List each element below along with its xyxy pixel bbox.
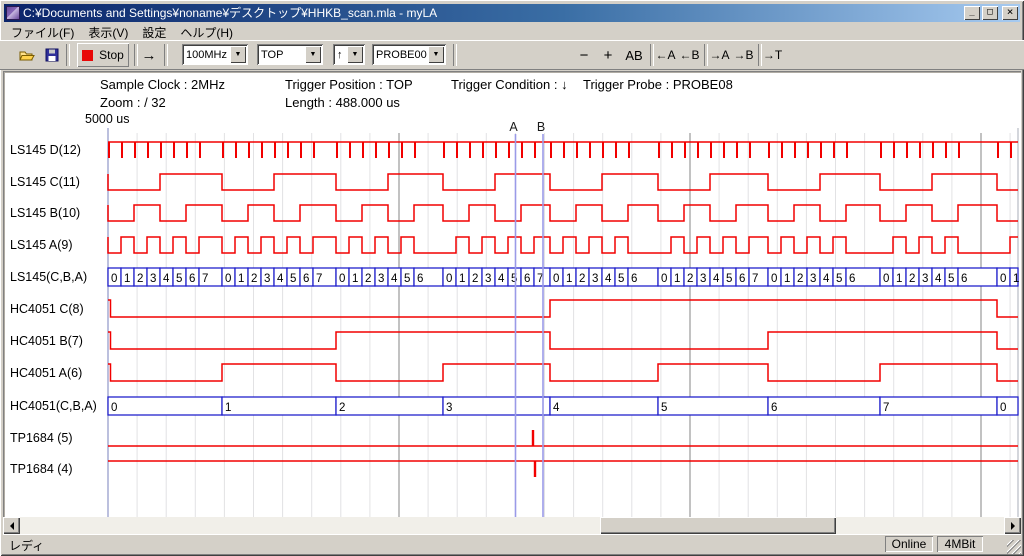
close-button[interactable]: × — [1002, 6, 1018, 20]
waveform-client-area: Sample Clock : 2MHz Trigger Position : T… — [3, 71, 1021, 517]
toolbar: Stop → 100MHz ▼ TOP ▼ ↑ ▼ PROBE00 ▼ − + … — [0, 40, 1024, 70]
app-window: C:¥Documents and Settings¥noname¥デスクトップ¥… — [0, 0, 1024, 556]
scroll-left-button[interactable] — [3, 517, 20, 534]
chevron-down-icon[interactable]: ▼ — [305, 46, 321, 63]
toolbar-separator — [66, 44, 70, 66]
floppy-icon — [45, 48, 59, 62]
info-zoom: Zoom : / 32 — [100, 95, 166, 110]
goto-a-right-button[interactable]: →A — [709, 43, 730, 67]
toolbar-separator — [650, 44, 654, 66]
run-button[interactable]: → — [137, 43, 161, 67]
stop-button[interactable]: Stop — [77, 43, 129, 67]
stop-icon — [82, 50, 93, 61]
zoom-out-button[interactable]: − — [575, 43, 593, 67]
zoom-in-button[interactable]: + — [599, 43, 617, 67]
sample-clock-combo[interactable]: 100MHz ▼ — [182, 44, 248, 65]
scroll-right-button[interactable] — [1004, 517, 1021, 534]
chevron-down-icon[interactable]: ▼ — [347, 46, 363, 63]
goto-a-left-button[interactable]: ←A — [655, 43, 676, 67]
trigger-position-value: TOP — [257, 49, 305, 61]
goto-b-left-button[interactable]: ←B — [679, 43, 700, 67]
toolbar-separator — [453, 44, 457, 66]
resize-grip[interactable] — [1007, 540, 1021, 554]
menu-bar: ファイル(F) 表示(V) 設定 ヘルプ(H) — [4, 23, 1020, 39]
status-bar: レディ Online 4MBit — [3, 534, 1021, 554]
horizontal-scrollbar[interactable] — [3, 517, 1021, 534]
info-sample-clock: Sample Clock : 2MHz — [100, 77, 225, 92]
trigger-edge-value: ↑ — [333, 49, 347, 61]
menu-file[interactable]: ファイル(F) — [4, 23, 81, 39]
menu-view[interactable]: 表示(V) — [81, 23, 135, 39]
chevron-down-icon[interactable]: ▼ — [428, 46, 444, 63]
trigger-probe-value: PROBE00 — [372, 49, 428, 61]
info-trigger-probe: Trigger Probe : PROBE08 — [583, 77, 733, 92]
app-icon — [6, 6, 20, 20]
goto-trigger-button[interactable]: →T — [762, 43, 783, 67]
save-button[interactable] — [41, 43, 63, 67]
maximize-button[interactable]: □ — [982, 6, 998, 20]
title-bar: C:¥Documents and Settings¥noname¥デスクトップ¥… — [4, 4, 1020, 22]
trigger-edge-combo[interactable]: ↑ ▼ — [333, 44, 365, 65]
status-online-badge: Online — [885, 536, 933, 552]
info-trigger-condition: Trigger Condition : ↓ — [451, 77, 568, 92]
triangle-right-icon — [1011, 522, 1019, 530]
menu-settings[interactable]: 設定 — [135, 23, 173, 39]
sample-clock-value: 100MHz — [182, 49, 230, 61]
zoom-ab-button[interactable]: AB — [622, 43, 646, 67]
toolbar-separator — [164, 44, 168, 66]
triangle-left-icon — [6, 522, 14, 530]
chevron-down-icon[interactable]: ▼ — [230, 46, 246, 63]
trigger-probe-combo[interactable]: PROBE00 ▼ — [372, 44, 446, 65]
info-length: Length : 488.000 us — [285, 95, 400, 110]
scrollbar-thumb[interactable] — [600, 517, 836, 534]
menu-help[interactable]: ヘルプ(H) — [173, 23, 240, 39]
status-ready-text: レディ — [9, 537, 44, 554]
minimize-button[interactable]: _ — [964, 6, 980, 20]
stop-label: Stop — [99, 48, 124, 62]
open-file-button[interactable] — [16, 43, 38, 67]
goto-b-right-button[interactable]: →B — [733, 43, 754, 67]
toolbar-separator — [704, 44, 708, 66]
trigger-position-combo[interactable]: TOP ▼ — [257, 44, 323, 65]
open-folder-icon — [19, 49, 35, 62]
status-memory-badge: 4MBit — [937, 536, 983, 552]
info-trigger-position: Trigger Position : TOP — [285, 77, 413, 92]
window-title: C:¥Documents and Settings¥noname¥デスクトップ¥… — [23, 4, 964, 22]
